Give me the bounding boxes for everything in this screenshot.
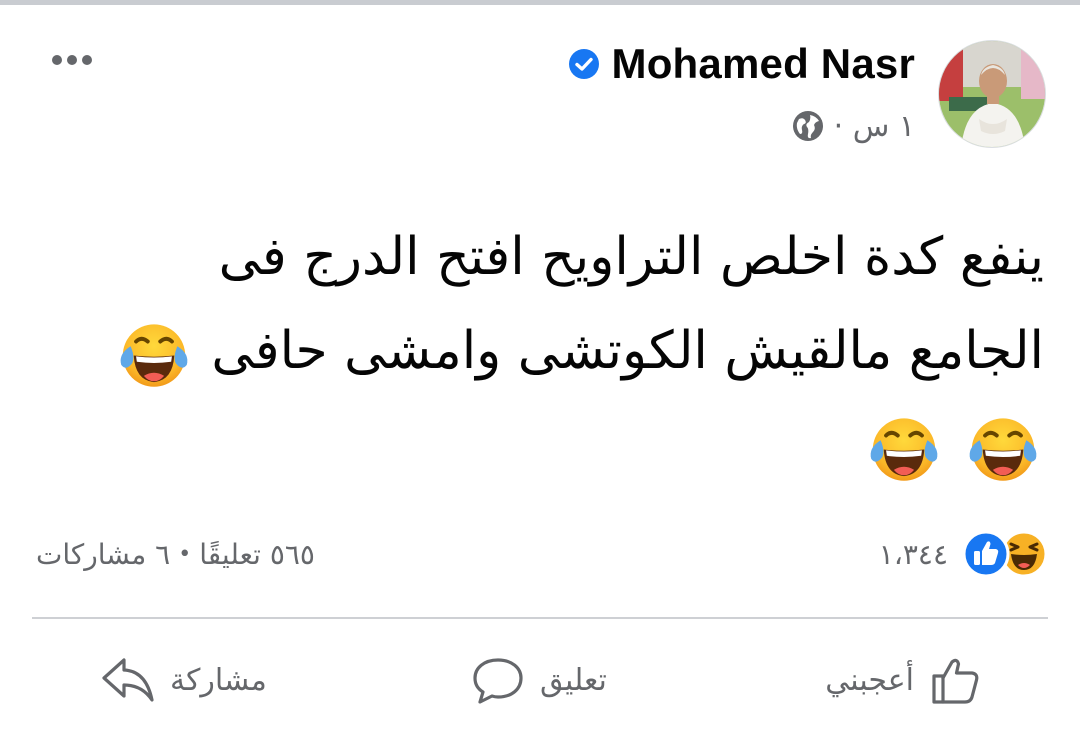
post-header: Mohamed Nasr bbox=[568, 38, 915, 90]
more-dots-icon bbox=[52, 55, 62, 65]
reaction-icons bbox=[958, 530, 1048, 578]
comments-count[interactable]: ٥٦٥ تعليقًا bbox=[199, 538, 315, 571]
share-button[interactable]: مشاركة bbox=[100, 640, 267, 720]
post-body: ينفع كدة اخلص التراويح افتح الدرج فى الج… bbox=[40, 210, 1044, 492]
post-timestamp[interactable]: ١ س · bbox=[834, 109, 915, 144]
share-label: مشاركة bbox=[170, 662, 267, 698]
comment-button[interactable]: تعليق bbox=[470, 640, 607, 720]
avatar-photo bbox=[939, 41, 1045, 147]
comment-bubble-icon bbox=[473, 658, 523, 704]
more-dots-icon bbox=[67, 55, 77, 65]
author-name[interactable]: Mohamed Nasr bbox=[612, 40, 915, 88]
tears-of-joy-emoji bbox=[115, 315, 193, 393]
tears-of-joy-emoji bbox=[964, 409, 1042, 487]
post-meta: ١ س · bbox=[792, 108, 915, 144]
like-label: أعجبني bbox=[825, 662, 914, 698]
post-text-line: ينفع كدة اخلص التراويح افتح الدرج فى bbox=[218, 227, 1044, 287]
top-strip bbox=[0, 0, 1080, 5]
separator-dot: • bbox=[178, 541, 192, 567]
thumbs-up-icon bbox=[932, 658, 979, 704]
author-avatar[interactable] bbox=[938, 40, 1046, 148]
reaction-count: ١،٣٤٤ bbox=[878, 537, 948, 571]
post-text-line-2: الجامع مالقيش الكوتشى وامشى حافى bbox=[40, 304, 1044, 398]
globe-icon[interactable] bbox=[792, 110, 824, 142]
shares-count[interactable]: ٦ مشاركات bbox=[36, 538, 170, 571]
reactions-summary[interactable]: ١،٣٤٤ bbox=[879, 528, 1048, 580]
more-options-button[interactable] bbox=[52, 52, 98, 68]
more-dots-icon bbox=[82, 55, 92, 65]
post-text-line: الجامع مالقيش الكوتشى وامشى حافى bbox=[211, 321, 1044, 381]
engagement-counts: ٥٦٥ تعليقًا • ٦ مشاركات bbox=[36, 530, 315, 578]
share-arrow-icon bbox=[102, 658, 154, 702]
comment-label: تعليق bbox=[540, 662, 607, 698]
tears-of-joy-emoji bbox=[865, 409, 943, 487]
like-button[interactable]: أعجبني bbox=[825, 640, 984, 720]
verified-badge-icon bbox=[568, 49, 599, 79]
post-emoji-line bbox=[40, 398, 1044, 492]
like-reaction-icon bbox=[962, 530, 1010, 578]
action-bar: أعجبني تعليق مشاركة bbox=[0, 640, 1080, 720]
divider bbox=[32, 617, 1048, 619]
